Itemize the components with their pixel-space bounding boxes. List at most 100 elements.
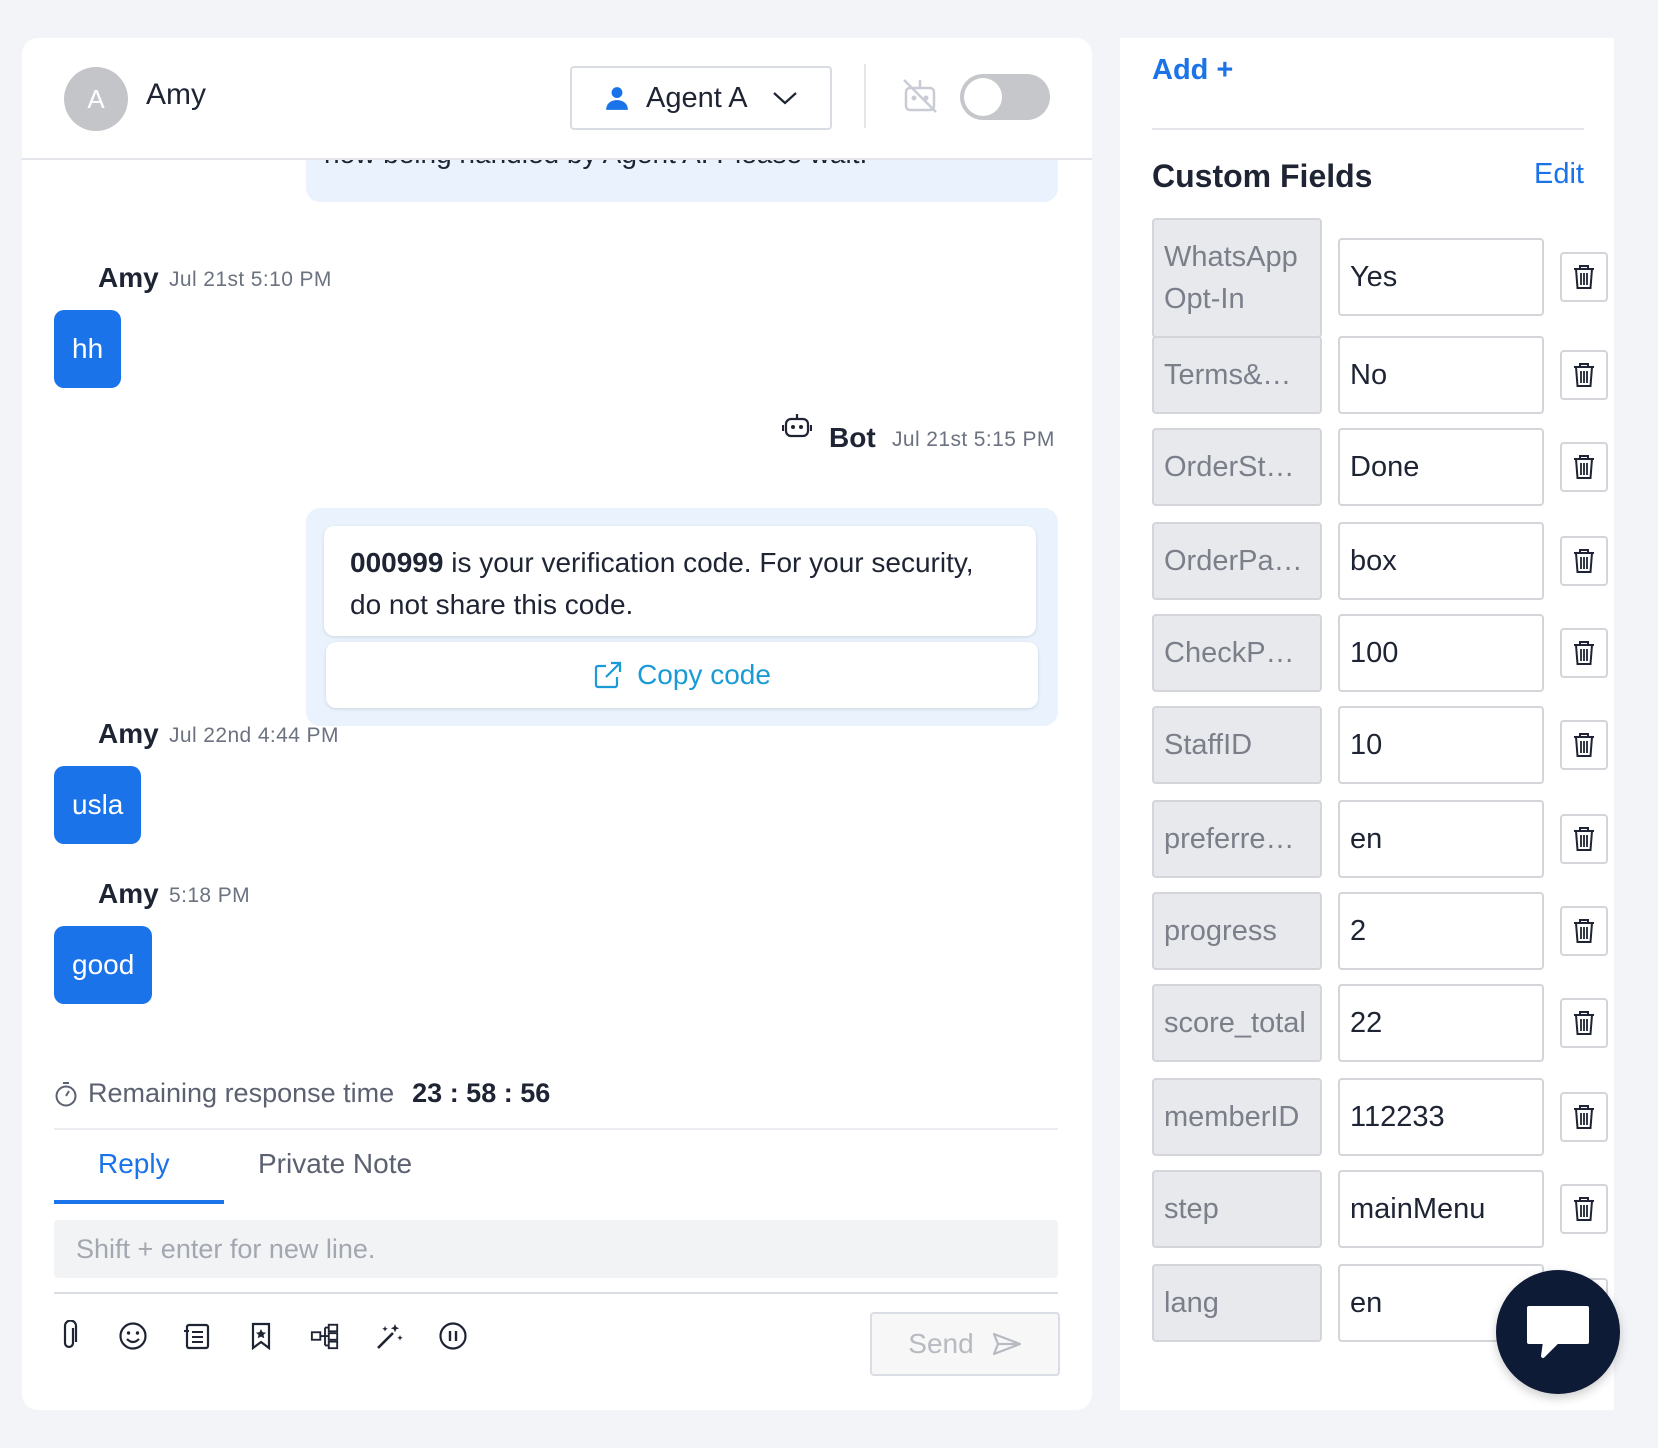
custom-field-key-text: CheckPoint (1164, 636, 1310, 669)
pause-button[interactable] (438, 1316, 468, 1356)
custom-field-key: WhatsApp Opt-In (1152, 218, 1322, 338)
delete-field-button[interactable] (1560, 1092, 1608, 1142)
tab-private-note[interactable]: Private Note (258, 1148, 412, 1180)
header-divider (864, 64, 866, 128)
bot-message-card: 000999 is your verification code. For yo… (306, 508, 1058, 726)
delete-field-button[interactable] (1560, 998, 1608, 1048)
composer-toolbar (54, 1316, 468, 1356)
delete-field-button[interactable] (1560, 536, 1608, 586)
delete-field-button[interactable] (1560, 628, 1608, 678)
bot-toggle[interactable] (960, 74, 1050, 120)
timer-label: Remaining response time (88, 1078, 395, 1108)
copy-code-label: Copy code (637, 659, 771, 690)
bot-icon (782, 414, 812, 438)
flow-icon (310, 1323, 339, 1350)
chat-header: A Amy Agent A (22, 38, 1092, 160)
chevron-down-icon (773, 92, 797, 105)
message-text: good (72, 949, 135, 980)
message-text: hh (72, 333, 104, 364)
custom-field-key: CheckPoint (1152, 614, 1322, 692)
attach-button[interactable] (54, 1316, 84, 1356)
trash-icon (1574, 1197, 1594, 1221)
custom-fields-title: Custom Fields (1152, 158, 1373, 194)
custom-field-key-text: WhatsApp Opt-In (1164, 241, 1298, 315)
custom-field-key-text: OrderStatus (1164, 450, 1310, 483)
agent-assign-dropdown[interactable]: Agent A (570, 66, 832, 130)
delete-field-button[interactable] (1560, 442, 1608, 492)
custom-field-key-text: memberID (1164, 1100, 1300, 1133)
trash-icon (1574, 919, 1594, 943)
side-divider (1152, 128, 1584, 130)
verification-code: 000999 (350, 547, 444, 578)
delete-field-button[interactable] (1560, 814, 1608, 864)
person-icon (606, 87, 628, 110)
toggle-knob (964, 78, 1002, 116)
flow-button[interactable] (310, 1316, 340, 1356)
custom-field-key: preferredLanguage (1152, 800, 1322, 878)
saved-reply-button[interactable] (246, 1316, 276, 1356)
custom-field-key-text: StaffID (1164, 728, 1253, 761)
custom-field-key: OrderPackage (1152, 522, 1322, 600)
custom-field-value[interactable]: box (1338, 522, 1544, 600)
response-timer: Remaining response time 23 : 58 : 56 (54, 1078, 550, 1109)
template-button[interactable] (182, 1316, 212, 1356)
custom-field-value[interactable]: 112233 (1338, 1078, 1544, 1156)
custom-field-value[interactable]: 22 (1338, 984, 1544, 1062)
custom-field-key-text: Terms&Conditions (1164, 358, 1310, 391)
magic-wand-icon (377, 1324, 403, 1349)
delete-field-button[interactable] (1560, 252, 1608, 302)
add-button[interactable]: Add + (1152, 54, 1233, 87)
delete-field-button[interactable] (1560, 1184, 1608, 1234)
custom-field-key-text: score_total (1164, 1006, 1306, 1039)
custom-field-key: score_total (1152, 984, 1322, 1062)
emoji-button[interactable] (118, 1316, 148, 1356)
custom-fields-panel: Add + Custom Fields Edit WhatsApp Opt-In… (1120, 38, 1614, 1410)
chat-panel: A Amy Agent A now being handled by A (22, 38, 1092, 1410)
partial-system-message: now being handled by Agent A. Please wai… (306, 160, 1058, 202)
tab-reply[interactable]: Reply (98, 1148, 170, 1180)
ai-assist-button[interactable] (374, 1316, 404, 1356)
delete-field-button[interactable] (1560, 350, 1608, 400)
trash-icon (1574, 265, 1594, 289)
pause-icon (439, 1322, 467, 1350)
custom-field-value[interactable]: en (1338, 800, 1544, 878)
custom-field-key-text: lang (1164, 1286, 1219, 1319)
custom-field-key-text: OrderPackage (1164, 544, 1310, 577)
trash-icon (1574, 363, 1594, 387)
custom-field-value[interactable]: No (1338, 336, 1544, 414)
bot-sender: Bot (829, 422, 876, 453)
delete-field-button[interactable] (1560, 720, 1608, 770)
custom-field-value[interactable]: Done (1338, 428, 1544, 506)
custom-field-value[interactable]: 100 (1338, 614, 1544, 692)
custom-field-key: step (1152, 1170, 1322, 1248)
message-time: 5:18 PM (169, 884, 251, 907)
chat-bubble-icon (1527, 1306, 1589, 1358)
custom-field-key-text: preferredLanguage (1164, 822, 1310, 855)
chat-widget-button[interactable] (1496, 1270, 1620, 1394)
send-button[interactable]: Send (870, 1312, 1060, 1376)
send-label: Send (908, 1328, 974, 1359)
stopwatch-icon (55, 1081, 77, 1106)
custom-field-key: Terms&Conditions (1152, 336, 1322, 414)
delete-field-button[interactable] (1560, 906, 1608, 956)
custom-field-value[interactable]: mainMenu (1338, 1170, 1544, 1248)
trash-icon (1574, 455, 1594, 479)
custom-field-key: StaffID (1152, 706, 1322, 784)
trash-icon (1574, 641, 1594, 665)
timer-value: 23 : 58 : 56 (412, 1078, 551, 1108)
user-message-bubble: hh (54, 310, 122, 388)
edit-fields-link[interactable]: Edit (1534, 158, 1584, 191)
active-tab-indicator (54, 1200, 224, 1204)
message-time: Jul 22nd 4:44 PM (169, 724, 339, 747)
reply-input[interactable] (54, 1220, 1058, 1278)
custom-field-key: OrderStatus (1152, 428, 1322, 506)
copy-code-button[interactable]: Copy code (326, 642, 1038, 708)
custom-field-value[interactable]: Yes (1338, 238, 1544, 316)
input-underline (54, 1292, 1058, 1294)
custom-field-value[interactable]: 10 (1338, 706, 1544, 784)
trash-icon (1574, 1105, 1594, 1129)
custom-field-key-text: step (1164, 1192, 1219, 1225)
custom-field-key: memberID (1152, 1078, 1322, 1156)
partial-message-text: now being handled by Agent A. Please wai… (324, 160, 867, 170)
custom-field-value[interactable]: 2 (1338, 892, 1544, 970)
